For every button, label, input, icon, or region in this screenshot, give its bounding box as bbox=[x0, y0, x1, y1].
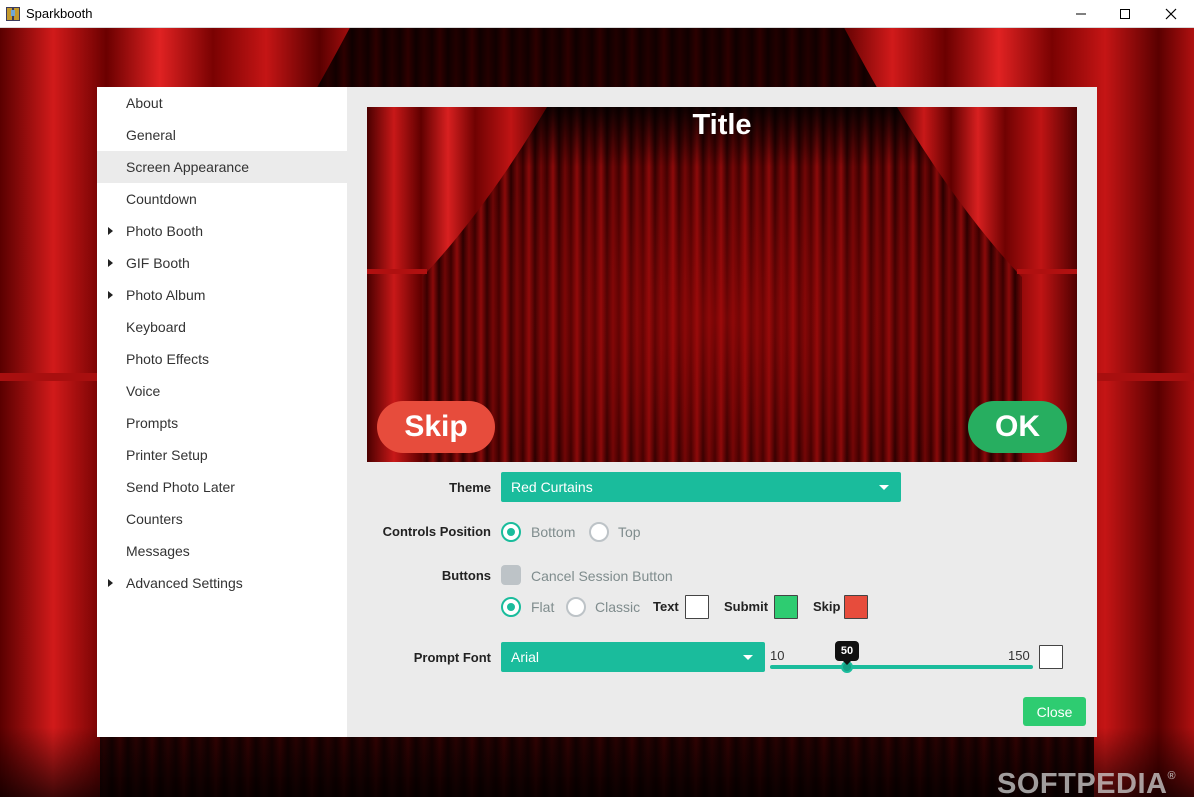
preview-skip-button: Skip bbox=[377, 401, 495, 453]
sidebar-item-label: Messages bbox=[126, 543, 190, 559]
maximize-icon bbox=[1120, 9, 1130, 19]
buttons-label: Buttons bbox=[441, 568, 491, 583]
font-size-slider-track[interactable] bbox=[770, 665, 1033, 669]
prompt-font-color-swatch[interactable] bbox=[1039, 645, 1063, 669]
submit-color-label: Submit bbox=[724, 599, 769, 614]
sidebar-item-advanced-settings[interactable]: Advanced Settings bbox=[97, 567, 347, 599]
prompt-font-label: Prompt Font bbox=[413, 650, 491, 665]
expand-arrow-icon[interactable] bbox=[108, 227, 113, 235]
position-top-radio[interactable] bbox=[589, 522, 609, 542]
style-flat-radio[interactable] bbox=[501, 597, 521, 617]
style-classic-radio[interactable] bbox=[566, 597, 586, 617]
sidebar-item-prompts[interactable]: Prompts bbox=[97, 407, 347, 439]
maximize-button[interactable] bbox=[1102, 0, 1148, 28]
expand-arrow-icon[interactable] bbox=[108, 259, 113, 267]
close-icon bbox=[1165, 8, 1177, 20]
screen-appearance-panel: Title Skip OK Theme Red Curtains Control… bbox=[347, 87, 1097, 737]
sidebar-item-screen-appearance[interactable]: Screen Appearance bbox=[97, 151, 347, 183]
font-size-max: 150 bbox=[1008, 648, 1030, 663]
sidebar-item-general[interactable]: General bbox=[97, 119, 347, 151]
theme-label: Theme bbox=[449, 480, 491, 495]
position-top-label[interactable]: Top bbox=[618, 524, 641, 540]
prompt-font-value: Arial bbox=[511, 649, 540, 665]
text-color-swatch[interactable] bbox=[685, 595, 709, 619]
chevron-down-icon bbox=[743, 655, 753, 660]
sidebar-item-label: Photo Album bbox=[126, 287, 206, 303]
submit-color-swatch[interactable] bbox=[774, 595, 798, 619]
preview-title: Title bbox=[692, 109, 752, 141]
position-bottom-radio[interactable] bbox=[501, 522, 521, 542]
sidebar-item-voice[interactable]: Voice bbox=[97, 375, 347, 407]
settings-dialog: About General Screen Appearance Countdow… bbox=[97, 87, 1097, 737]
settings-sidebar: About General Screen Appearance Countdow… bbox=[97, 87, 347, 737]
sidebar-item-label: Send Photo Later bbox=[126, 479, 235, 495]
sparkbooth-app-icon bbox=[6, 7, 20, 21]
window-close-button[interactable] bbox=[1148, 0, 1194, 28]
close-button[interactable]: Close bbox=[1023, 697, 1086, 726]
sidebar-item-label: Voice bbox=[126, 383, 161, 399]
sidebar-item-counters[interactable]: Counters bbox=[97, 503, 347, 535]
sidebar-item-keyboard[interactable]: Keyboard bbox=[97, 311, 347, 343]
sidebar-item-label: Photo Booth bbox=[126, 223, 204, 239]
prompt-font-dropdown[interactable]: Arial bbox=[501, 642, 765, 672]
font-size-min: 10 bbox=[770, 648, 785, 663]
sidebar-item-messages[interactable]: Messages bbox=[97, 535, 347, 567]
controls-position-label: Controls Position bbox=[382, 524, 491, 539]
expand-arrow-icon[interactable] bbox=[108, 579, 113, 587]
theme-preview: Title Skip OK bbox=[367, 107, 1077, 462]
sidebar-item-send-photo-later[interactable]: Send Photo Later bbox=[97, 471, 347, 503]
sidebar-item-countdown[interactable]: Countdown bbox=[97, 183, 347, 215]
theme-dropdown[interactable]: Red Curtains bbox=[501, 472, 901, 502]
sidebar-item-photo-booth[interactable]: Photo Booth bbox=[97, 215, 347, 247]
sidebar-item-label: Counters bbox=[126, 511, 183, 527]
minimize-button[interactable] bbox=[1058, 0, 1104, 28]
sidebar-item-label: Countdown bbox=[126, 191, 197, 207]
sidebar-item-gif-booth[interactable]: GIF Booth bbox=[97, 247, 347, 279]
style-classic-label[interactable]: Classic bbox=[595, 599, 640, 615]
position-bottom-label[interactable]: Bottom bbox=[531, 524, 575, 540]
chevron-down-icon bbox=[879, 485, 889, 490]
cancel-session-checkbox[interactable] bbox=[501, 565, 521, 585]
sidebar-item-label: Keyboard bbox=[126, 319, 186, 335]
skip-color-swatch[interactable] bbox=[844, 595, 868, 619]
font-size-value-tooltip: 50 bbox=[835, 641, 859, 665]
window-title: Sparkbooth bbox=[26, 6, 93, 21]
softpedia-watermark: SOFTPEDIA® bbox=[997, 768, 1177, 797]
style-flat-label[interactable]: Flat bbox=[531, 599, 554, 615]
sidebar-item-label: General bbox=[126, 127, 176, 143]
minimize-icon bbox=[1076, 13, 1086, 15]
sidebar-item-photo-album[interactable]: Photo Album bbox=[97, 279, 347, 311]
sidebar-item-label: Advanced Settings bbox=[126, 575, 243, 591]
sidebar-item-photo-effects[interactable]: Photo Effects bbox=[97, 343, 347, 375]
window-titlebar: Sparkbooth bbox=[0, 0, 1194, 28]
expand-arrow-icon[interactable] bbox=[108, 291, 113, 299]
sidebar-item-label: Prompts bbox=[126, 415, 179, 431]
sidebar-item-label: GIF Booth bbox=[126, 255, 190, 271]
text-color-label: Text bbox=[653, 599, 679, 614]
sidebar-item-label: About bbox=[126, 95, 163, 111]
sidebar-item-printer-setup[interactable]: Printer Setup bbox=[97, 439, 347, 471]
sidebar-item-about[interactable]: About bbox=[97, 87, 347, 119]
sidebar-item-label: Printer Setup bbox=[126, 447, 208, 463]
sidebar-item-label: Photo Effects bbox=[126, 351, 210, 367]
preview-ok-button: OK bbox=[968, 401, 1067, 453]
cancel-session-label[interactable]: Cancel Session Button bbox=[531, 568, 673, 584]
sidebar-item-label: Screen Appearance bbox=[126, 159, 249, 175]
theme-value: Red Curtains bbox=[511, 479, 593, 495]
skip-color-label: Skip bbox=[813, 599, 841, 614]
